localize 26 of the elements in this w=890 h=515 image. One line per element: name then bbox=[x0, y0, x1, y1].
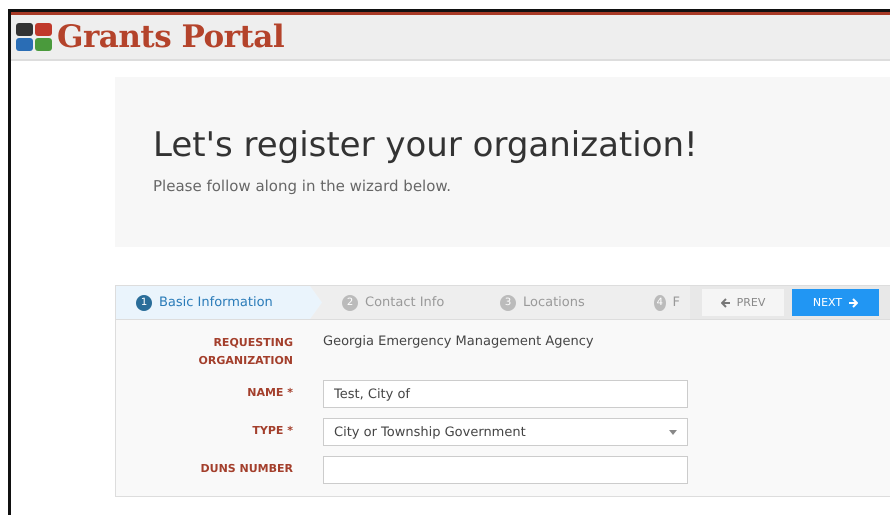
field-label: NAME * bbox=[246, 385, 293, 401]
step-label: Contact Info bbox=[365, 295, 444, 310]
left-arrow-icon bbox=[720, 298, 731, 308]
field-label: REQUESTING ORGANIZATION bbox=[198, 335, 293, 369]
dropdown-caret-icon bbox=[669, 430, 677, 434]
logo-icon bbox=[15, 22, 53, 52]
right-arrow-icon bbox=[848, 298, 858, 308]
page-heading: Let's register your organization! bbox=[153, 125, 699, 165]
step-number: 2 bbox=[342, 294, 358, 310]
wizard-step[interactable]: 1 Basic Information bbox=[116, 286, 322, 319]
app-title: Grants Portal bbox=[57, 19, 284, 55]
step-label: Basic Information bbox=[159, 295, 273, 310]
step-number: 1 bbox=[136, 294, 152, 310]
field-label: DUNS NUMBER bbox=[200, 461, 293, 477]
step-number: 3 bbox=[500, 294, 516, 310]
input-field[interactable]: Test, City of bbox=[323, 380, 688, 408]
next-button[interactable]: NEXT bbox=[792, 289, 879, 316]
field-value: Georgia Emergency Management Agency bbox=[323, 333, 594, 351]
step-label: Locations bbox=[523, 295, 585, 310]
select-field[interactable]: City or Township Government bbox=[323, 418, 688, 446]
step-label: F bbox=[672, 295, 680, 310]
input-field[interactable] bbox=[323, 456, 688, 484]
page-subtitle: Please follow along in the wizard below. bbox=[153, 177, 452, 195]
field-label: TYPE * bbox=[251, 423, 293, 439]
step-number: 4 bbox=[654, 294, 666, 310]
prev-button[interactable]: PREV bbox=[702, 289, 784, 316]
